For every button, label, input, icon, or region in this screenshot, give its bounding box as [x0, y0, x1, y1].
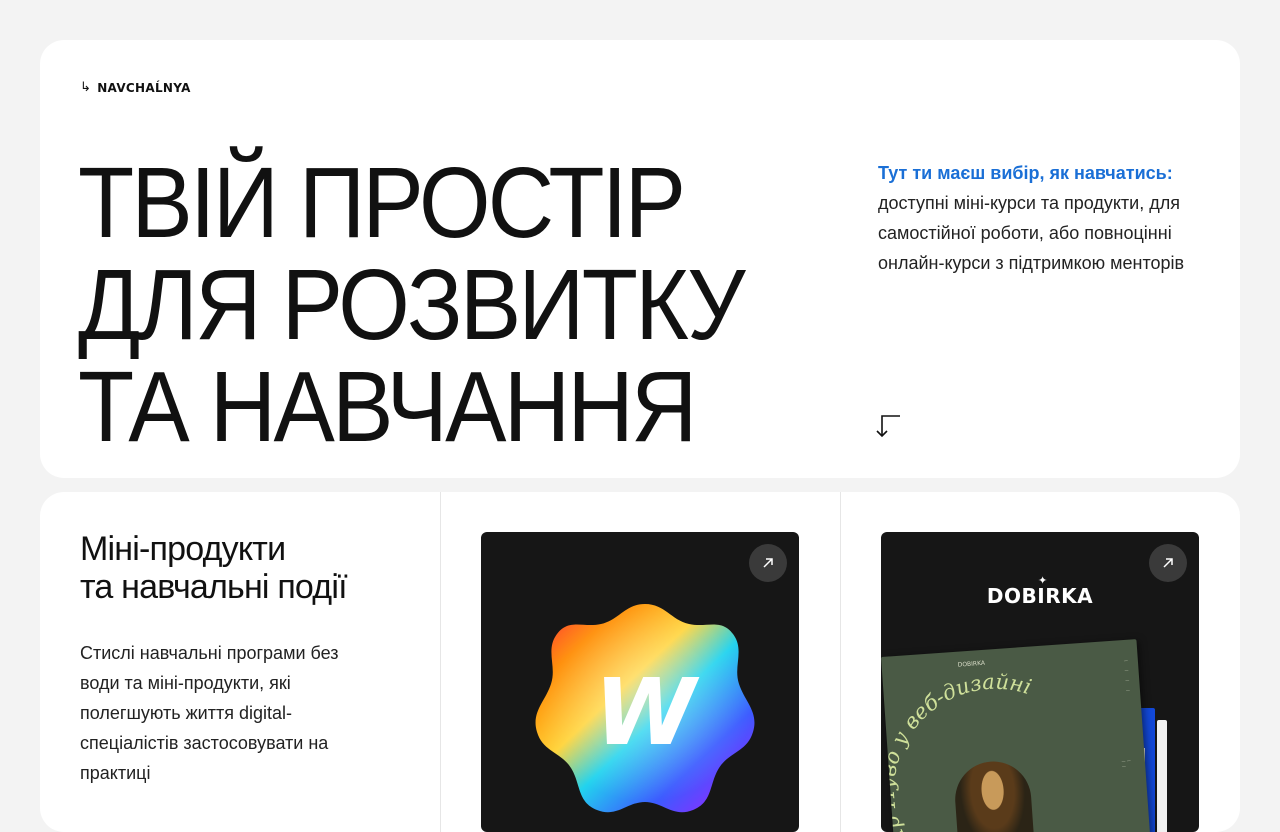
poster-title: Ар Нуво у веб-дизайні	[881, 667, 1046, 832]
dobirka-logo: ✦ DOBIRKA	[881, 574, 1199, 608]
poster-stack-white	[1157, 720, 1167, 832]
section-title-line: Міні-продукти	[80, 530, 286, 568]
section-title: Міні-продукти та навчальні події	[80, 530, 348, 606]
open-link-button[interactable]	[1149, 544, 1187, 582]
arrow-down-left-icon[interactable]	[874, 412, 904, 442]
intro-body: доступні міні-курси та продукти, для сам…	[878, 193, 1185, 273]
section-title-line: та навчальні події	[80, 568, 348, 606]
hero-section: ↳ NAVCHAĹNYA ТВІЙ ПРОСТІР ДЛЯ РОЗВИТКУ Т…	[40, 40, 1240, 478]
webflow-badge-letter: W	[594, 659, 700, 766]
section-description: Стислі навчальні програми без води та мі…	[80, 643, 339, 783]
headline-line: ДЛЯ РОЗВИТКУ	[78, 249, 746, 361]
headline-line: ТА НАВЧАННЯ	[78, 351, 698, 463]
sparkle-icon: ✦	[1038, 574, 1048, 587]
brand-arrow-icon: ↳	[80, 80, 92, 95]
svg-text:Ар Нуво у веб-дизайні: Ар Нуво у веб-дизайні	[881, 667, 1046, 832]
page-title: ТВІЙ ПРОСТІР ДЛЯ РОЗВИТКУ ТА НАВЧАННЯ	[78, 147, 746, 463]
product-card-dobirka[interactable]: ✦ DOBIRKA DOBIRKA — — — — — — — Ар Нуво у ве…	[881, 532, 1199, 832]
intro-accent: Тут ти маєш вибір, як навчатись:	[878, 163, 1173, 183]
arrow-up-right-icon	[1163, 558, 1173, 568]
product-column-webflow: W	[440, 492, 841, 832]
poster-title-arc: Ар Нуво у веб-дизайні	[881, 667, 1046, 832]
headline-line: ТВІЙ ПРОСТІР	[78, 147, 686, 259]
open-link-button[interactable]	[749, 544, 787, 582]
products-intro-column: Міні-продукти та навчальні події Стислі …	[40, 492, 440, 832]
webflow-badge-icon: W	[535, 596, 755, 821]
arrow-up-right-icon	[763, 558, 773, 568]
product-card-webflow[interactable]: W	[481, 532, 799, 832]
dobirka-logo-text: DOBIRKA	[986, 584, 1094, 608]
intro-text: Тут ти маєш вибір, як навчатись: доступн…	[878, 158, 1208, 278]
course-poster: DOBIRKA — — — — — — — Ар Нуво у веб-дизайні	[881, 639, 1151, 832]
product-column-dobirka: ✦ DOBIRKA DOBIRKA — — — — — — — Ар Нуво у ве…	[840, 492, 1240, 832]
brand-name: NAVCHAĹNYA	[97, 80, 191, 95]
brand-logo[interactable]: ↳ NAVCHAĹNYA	[80, 80, 191, 95]
products-panel: Міні-продукти та навчальні події Стислі …	[40, 492, 1240, 832]
